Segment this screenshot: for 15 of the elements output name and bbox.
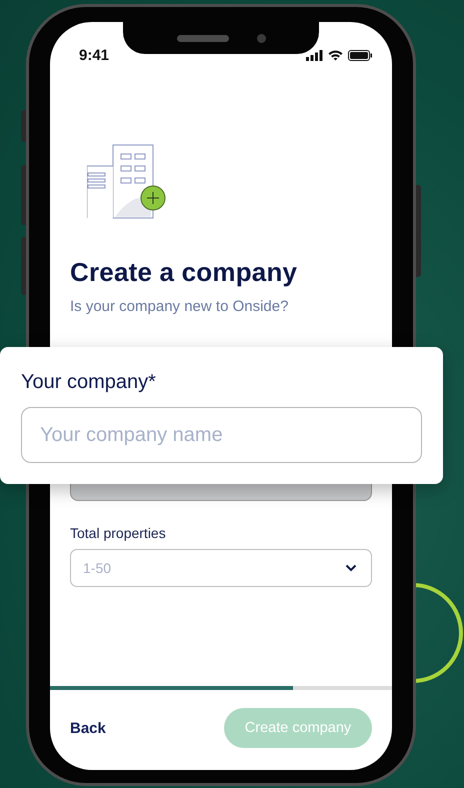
properties-select[interactable]: 1-50 xyxy=(70,549,372,587)
page-title: Create a company xyxy=(70,257,298,288)
back-button[interactable]: Back xyxy=(70,720,106,737)
select-placeholder: 1-50 xyxy=(83,560,112,576)
page-subtitle: Is your company new to Onside? xyxy=(70,298,290,315)
company-name-input[interactable]: Your company name xyxy=(21,407,422,463)
camera-icon xyxy=(256,34,266,42)
status-time: 9:41 xyxy=(79,46,110,64)
battery-icon xyxy=(348,50,372,60)
field-label: Your company* xyxy=(21,371,157,394)
field-label: Total properties xyxy=(70,525,167,541)
wifi-icon xyxy=(328,50,343,60)
signal-icon xyxy=(306,50,323,60)
chevron-down-icon xyxy=(345,564,357,572)
speaker-icon xyxy=(176,34,228,42)
